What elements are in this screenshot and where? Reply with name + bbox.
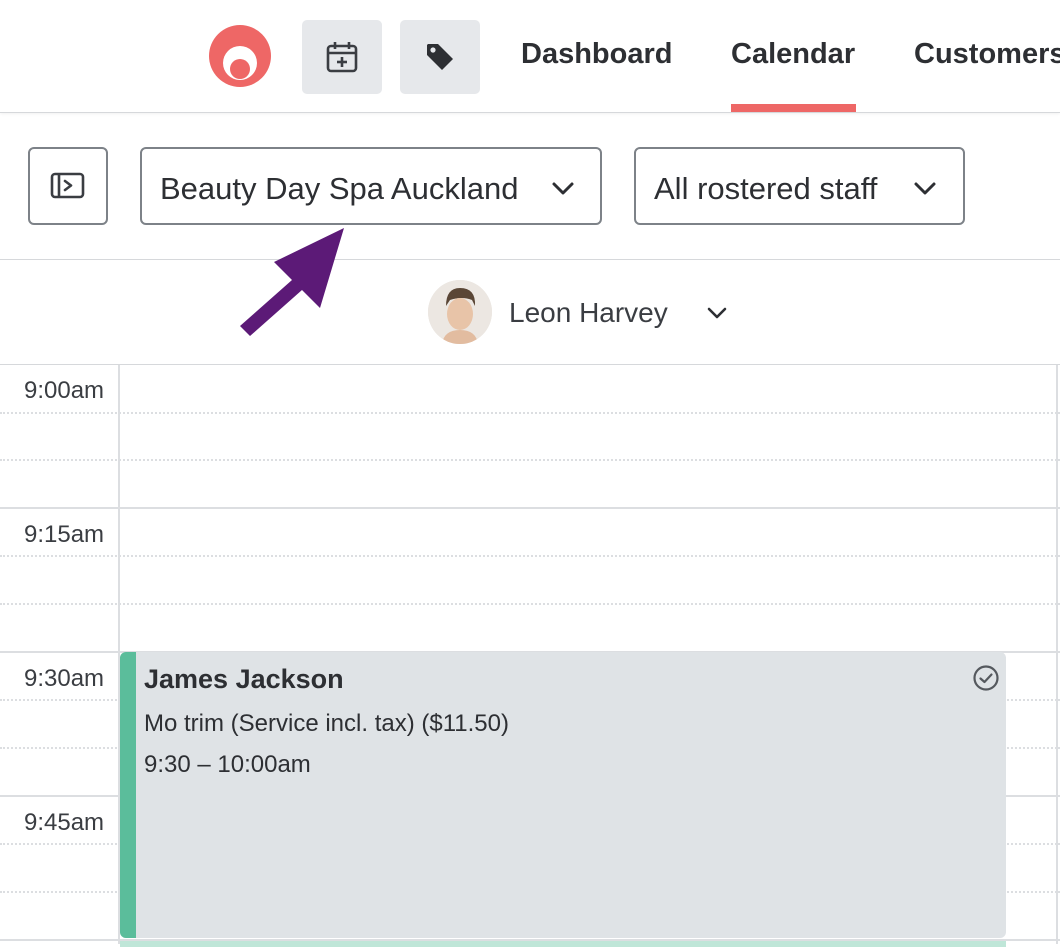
chevron-down-icon[interactable] bbox=[706, 302, 728, 324]
staff-name: Leon Harvey bbox=[509, 297, 668, 328]
location-select-value: Beauty Day Spa Auckland bbox=[160, 171, 519, 206]
grid-line bbox=[0, 459, 1060, 461]
appointment-time: 9:30 – 10:00am bbox=[144, 751, 311, 778]
time-label: 9:30am bbox=[24, 665, 105, 692]
location-select[interactable]: Beauty Day Spa Auckland bbox=[140, 147, 602, 225]
calendar-toolbar: Beauty Day Spa Auckland All rostered sta… bbox=[0, 113, 1060, 260]
appointment-customer: James Jackson bbox=[144, 664, 344, 694]
nav-dashboard[interactable]: Dashboard bbox=[521, 38, 672, 71]
staff-column-header[interactable]: Leon Harvey bbox=[0, 260, 1060, 365]
grid-line bbox=[0, 603, 1060, 605]
annotation-arrow-icon bbox=[240, 228, 344, 336]
chevron-down-icon bbox=[552, 182, 574, 195]
sale-button[interactable] bbox=[400, 20, 480, 94]
toggle-sidebar-button[interactable] bbox=[28, 147, 108, 225]
column-divider bbox=[1056, 365, 1058, 944]
avatar bbox=[428, 280, 492, 344]
chevron-down-icon bbox=[914, 182, 936, 195]
next-appointment-card[interactable] bbox=[120, 941, 1006, 947]
time-label: 9:45am bbox=[24, 809, 105, 836]
check-circle-icon bbox=[973, 665, 999, 691]
nav-calendar[interactable]: Calendar bbox=[731, 38, 855, 71]
calendar-grid[interactable]: 9:00am 9:15am 9:30am 9:45am James Jackso… bbox=[0, 365, 1060, 947]
appointment-service: Mo trim (Service incl. tax) ($11.50) bbox=[144, 710, 509, 737]
nav-customers[interactable]: Customers bbox=[914, 38, 1060, 71]
staff-select-value: All rostered staff bbox=[654, 171, 878, 206]
appointment-card[interactable]: James Jackson Mo trim (Service incl. tax… bbox=[120, 652, 1006, 938]
active-tab-indicator bbox=[731, 104, 856, 112]
top-navigation: Dashboard Calendar Customers bbox=[0, 0, 1060, 113]
time-label: 9:15am bbox=[24, 521, 105, 548]
calendar-add-icon bbox=[326, 42, 358, 73]
brand-logo[interactable] bbox=[208, 24, 272, 88]
grid-line bbox=[0, 507, 1060, 509]
appointment-status-bar bbox=[120, 652, 136, 938]
time-label: 9:00am bbox=[24, 377, 105, 404]
grid-line bbox=[0, 555, 1060, 557]
staff-select[interactable]: All rostered staff bbox=[634, 147, 965, 225]
grid-line bbox=[0, 412, 1060, 414]
tag-icon bbox=[427, 44, 453, 70]
staff-photo-icon bbox=[428, 280, 492, 344]
new-appointment-button[interactable] bbox=[302, 20, 382, 94]
sidebar-toggle-icon bbox=[50, 172, 85, 199]
